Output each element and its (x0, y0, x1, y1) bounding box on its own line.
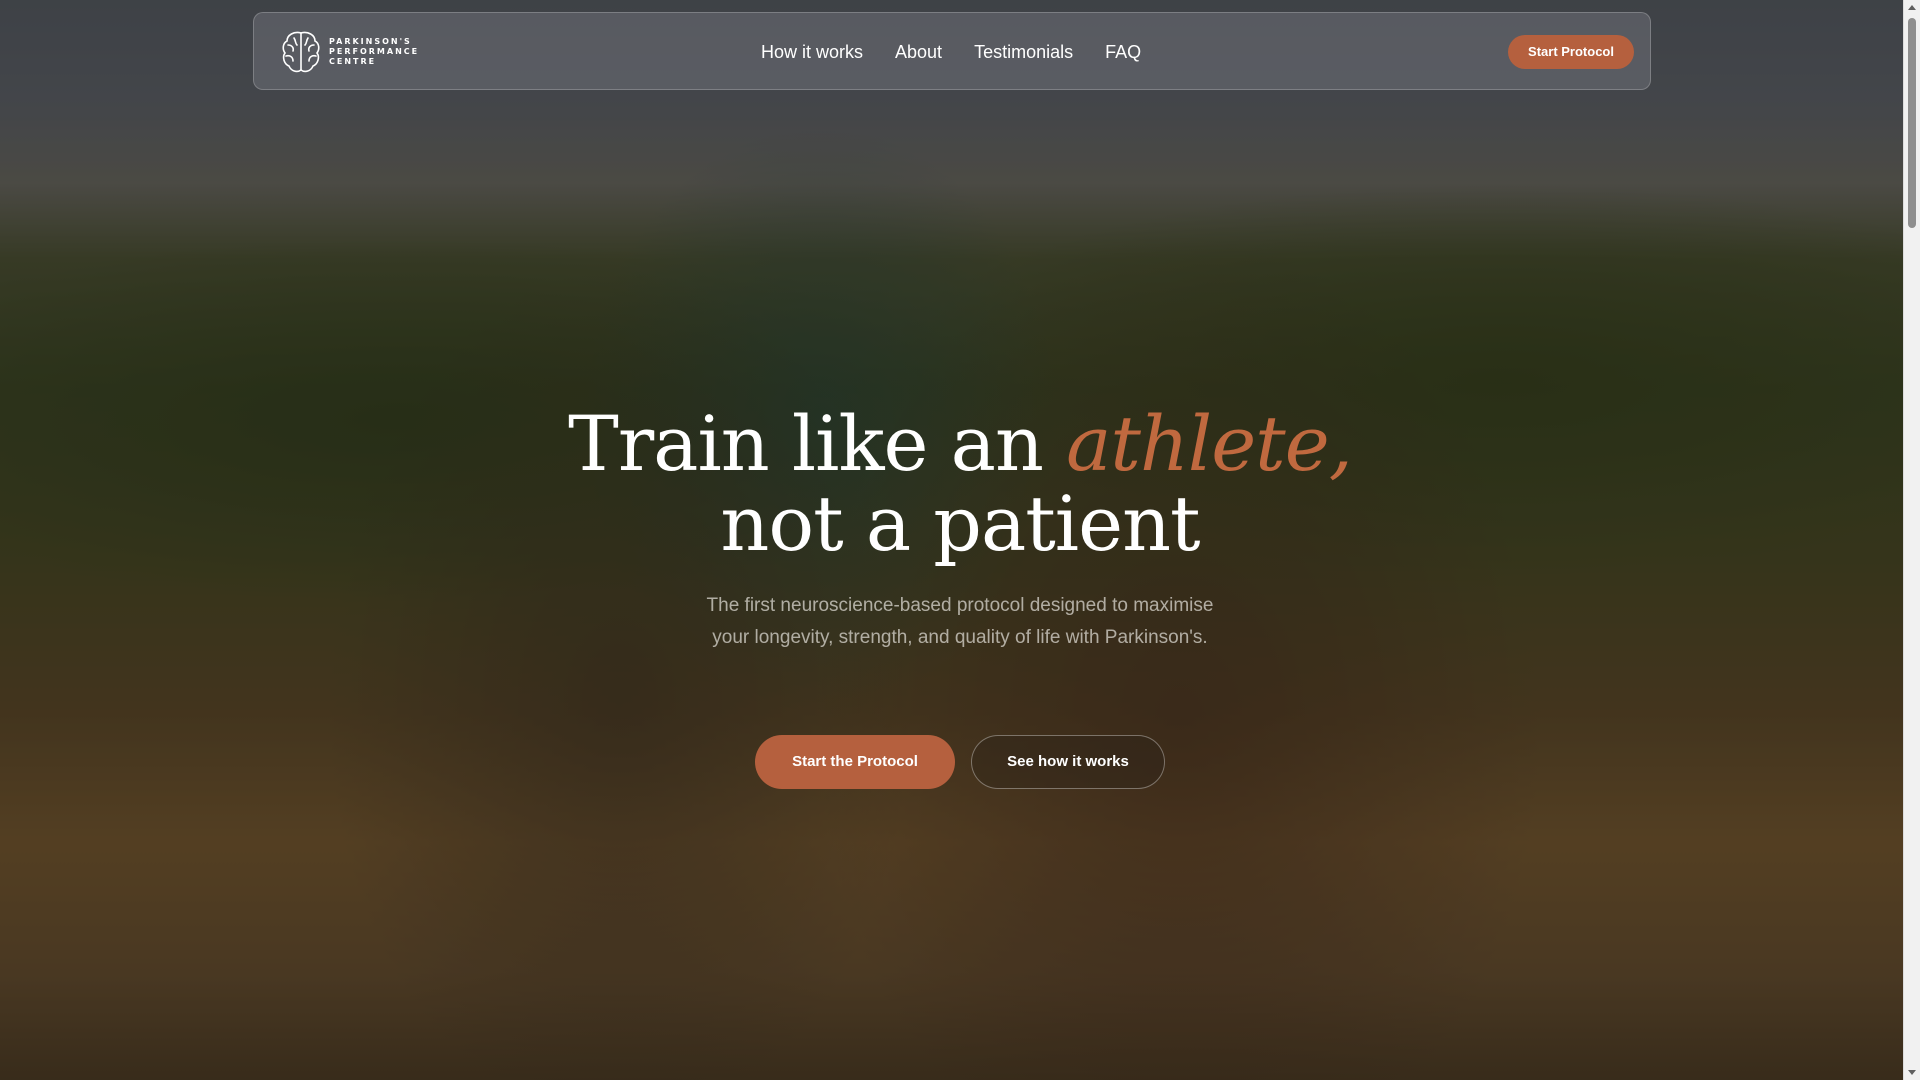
headline-line2: not a patient (720, 479, 1200, 568)
hero-section: PARKINSON'S PERFORMANCE CENTRE How it wo… (0, 0, 1903, 1080)
headline-accent: athlete, (1066, 399, 1353, 488)
nav-links: How it works About Testimonials FAQ (761, 13, 1173, 91)
nav-link-about[interactable]: About (895, 42, 942, 63)
brand-name-line3: CENTRE (329, 57, 377, 66)
headline-text: Train like an (568, 399, 1067, 488)
nav-link-how-it-works[interactable]: How it works (761, 42, 863, 63)
brand-name-line1: PARKINSON'S (329, 37, 412, 46)
brand-name: PARKINSON'S PERFORMANCE CENTRE (329, 37, 419, 67)
scroll-down-arrow-icon[interactable] (1908, 1070, 1916, 1075)
brain-icon (280, 29, 322, 75)
hero-headline: Train like an athlete, not a patient (0, 404, 1903, 564)
nav-link-faq[interactable]: FAQ (1105, 42, 1141, 63)
start-protocol-button[interactable]: Start Protocol (1508, 35, 1634, 69)
top-navbar: PARKINSON'S PERFORMANCE CENTRE How it wo… (253, 12, 1651, 90)
nav-link-testimonials[interactable]: Testimonials (974, 42, 1073, 63)
hero-subtitle: The first neuroscience-based protocol de… (706, 595, 1214, 648)
scroll-up-arrow-icon[interactable] (1908, 5, 1916, 10)
brand-name-line2: PERFORMANCE (329, 47, 420, 56)
see-how-it-works-button[interactable]: See how it works (971, 735, 1165, 789)
brand-logo[interactable]: PARKINSON'S PERFORMANCE CENTRE (280, 29, 419, 75)
page-scrollbar[interactable] (1903, 0, 1920, 1080)
headline-line1: Train like an athlete, (0, 404, 1903, 484)
scrollbar-thumb[interactable] (1908, 18, 1916, 228)
hero-cta-row: Start the Protocol See how it works (755, 735, 1165, 789)
start-the-protocol-button[interactable]: Start the Protocol (755, 735, 955, 789)
